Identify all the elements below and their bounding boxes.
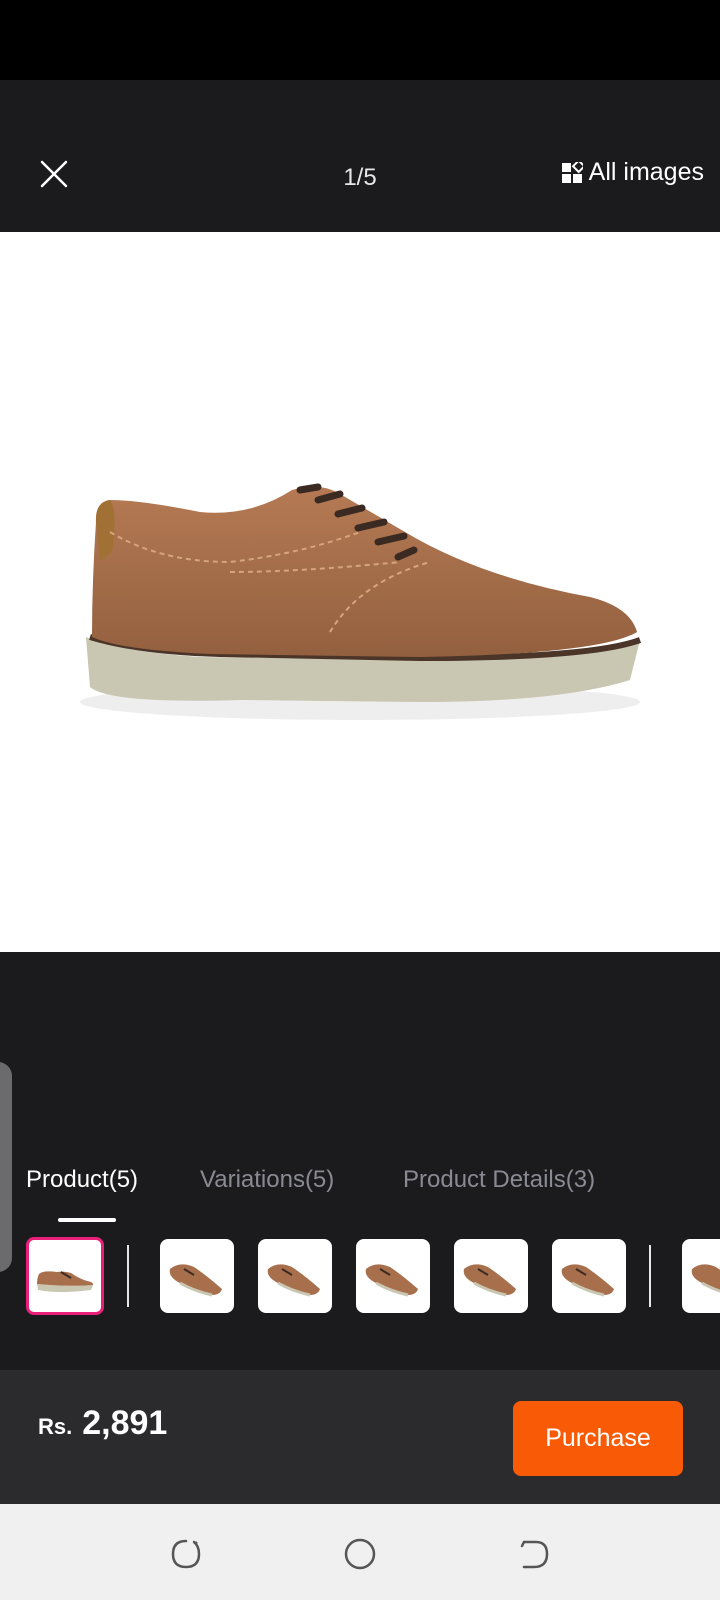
shoe-thumbnail-image	[365, 1264, 418, 1297]
home-button[interactable]	[340, 1534, 380, 1574]
back-button[interactable]	[514, 1534, 554, 1574]
shoe-image	[80, 483, 642, 720]
recent-apps-icon	[171, 1539, 201, 1569]
image-category-tabs: Product(5) Variations(5) Product Details…	[0, 1166, 720, 1216]
tab-variations[interactable]: Variations(5)	[200, 1166, 334, 1194]
thumbnail-strip	[0, 1237, 720, 1315]
active-tab-indicator	[58, 1218, 116, 1222]
thumbnail-divider	[649, 1245, 651, 1307]
all-images-label: All images	[588, 158, 704, 186]
grid-icon	[561, 161, 583, 183]
purchase-button[interactable]: Purchase	[513, 1401, 683, 1476]
recent-apps-button[interactable]	[166, 1534, 206, 1574]
price-amount: 2,891	[82, 1404, 168, 1442]
home-icon	[344, 1538, 376, 1570]
thumbnail-item[interactable]	[26, 1237, 104, 1315]
tab-product-details[interactable]: Product Details(3)	[403, 1166, 595, 1194]
back-icon	[520, 1540, 549, 1569]
thumbnail-item[interactable]	[682, 1239, 720, 1313]
shoe-thumbnail-image	[267, 1264, 320, 1297]
tab-product[interactable]: Product(5)	[26, 1166, 138, 1194]
all-images-button[interactable]: All images	[561, 158, 704, 187]
thumbnail-item[interactable]	[356, 1239, 430, 1313]
shoe-thumbnail-image	[169, 1264, 222, 1297]
status-bar	[0, 0, 720, 80]
shoe-thumbnail-image	[561, 1264, 614, 1297]
thumbnail-item[interactable]	[454, 1239, 528, 1313]
thumbnail-item[interactable]	[552, 1239, 626, 1313]
thumbnail-item[interactable]	[258, 1239, 332, 1313]
shoe-thumbnail-image	[37, 1271, 94, 1292]
price-currency: Rs.	[38, 1414, 73, 1439]
price: Rs. 2,891	[38, 1404, 167, 1443]
viewer-header	[0, 80, 720, 232]
shoe-thumbnail-image	[463, 1264, 516, 1297]
thumbnail-item[interactable]	[160, 1239, 234, 1313]
shoe-thumbnail-image	[691, 1264, 720, 1293]
main-product-image[interactable]	[0, 232, 720, 952]
thumbnail-divider	[127, 1245, 129, 1307]
